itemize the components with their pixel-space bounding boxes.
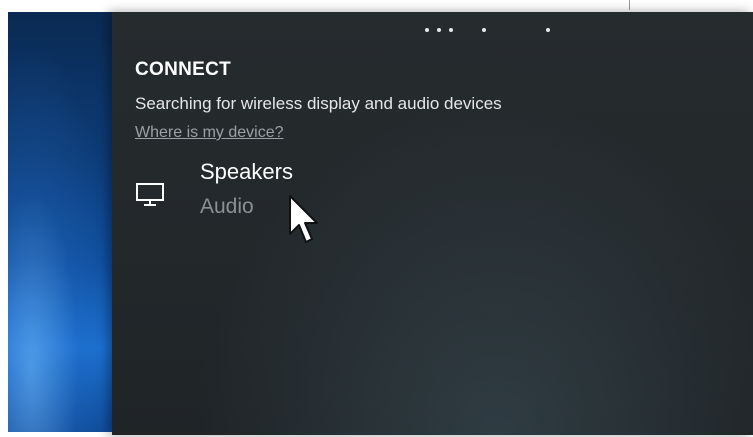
panel-title: CONNECT: [135, 59, 232, 80]
monitor-icon: [136, 183, 164, 206]
progress-dot: [482, 28, 486, 32]
device-type: Audio: [200, 195, 254, 218]
search-status-text: Searching for wireless display and audio…: [135, 94, 502, 113]
top-divider: [629, 0, 630, 10]
where-is-my-device-link[interactable]: Where is my device?: [135, 124, 284, 142]
progress-dot: [425, 28, 429, 32]
progress-dot: [449, 28, 453, 32]
progress-dot: [546, 28, 550, 32]
device-item-speakers[interactable]: Speakers Audio: [130, 158, 360, 228]
screen: CONNECT Searching for wireless display a…: [0, 0, 753, 437]
top-edge: [0, 0, 753, 12]
device-name: Speakers: [200, 159, 293, 184]
desktop-wallpaper: [8, 12, 126, 432]
progress-dot: [437, 28, 441, 32]
connect-flyout: CONNECT Searching for wireless display a…: [112, 12, 753, 435]
mouse-pointer-icon: [289, 195, 318, 243]
